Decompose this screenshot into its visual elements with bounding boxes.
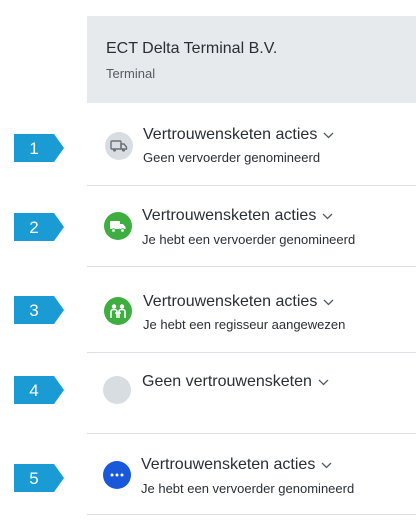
row-divider [87, 514, 416, 515]
trust-chain-actions-toggle[interactable]: Vertrouwensketen acties [141, 456, 332, 474]
step-number-5: 5 [29, 469, 38, 488]
trust-chain-row[interactable]: Vertrouwensketen acties Je hebt een verv… [87, 434, 416, 514]
trust-chain-actions-toggle[interactable]: Vertrouwensketen acties [142, 207, 333, 225]
step-badge-4: 4 [14, 376, 64, 404]
trust-chain-row[interactable]: Vertrouwensketen acties Geen vervoerder … [87, 104, 416, 185]
truck-icon [104, 212, 132, 240]
empty-circle-icon [103, 376, 131, 404]
trust-chain-toggle[interactable]: Geen vertrouwensketen [142, 373, 329, 391]
trust-chain-row[interactable]: Vertrouwensketen acties Je hebt een verv… [87, 186, 416, 266]
row-label: Vertrouwensketen acties [142, 207, 317, 225]
chevron-down-icon [318, 373, 329, 391]
row-status: Je hebt een vervoerder genomineerd [142, 232, 356, 247]
row-status: Je hebt een vervoerder genomineerd [141, 481, 355, 496]
terminal-header: ECT Delta Terminal B.V. Terminal [87, 16, 416, 103]
step-badge-2: 2 [14, 213, 64, 241]
truck-icon [105, 132, 133, 160]
trust-chain-row[interactable]: Vertrouwensketen acties Je hebt een regi… [87, 267, 416, 352]
step-badge-5: 5 [14, 464, 64, 492]
step-number-3: 3 [29, 301, 38, 320]
chevron-down-icon [321, 456, 332, 474]
row-status: Geen vervoerder genomineerd [143, 150, 321, 165]
chevron-down-icon [322, 207, 333, 225]
trust-chain-actions-toggle[interactable]: Vertrouwensketen acties [143, 126, 334, 144]
row-label: Geen vertrouwensketen [142, 373, 312, 391]
step-badge-3: 3 [14, 296, 64, 324]
chevron-down-icon [323, 293, 334, 311]
row-status: Je hebt een regisseur aangewezen [143, 317, 346, 332]
more-icon[interactable] [103, 461, 131, 489]
row-label: Vertrouwensketen acties [143, 293, 318, 311]
row-label: Vertrouwensketen acties [141, 456, 316, 474]
terminal-type: Terminal [106, 66, 156, 81]
trust-chain-row[interactable]: Geen vertrouwensketen [87, 353, 416, 433]
terminal-name: ECT Delta Terminal B.V. [106, 40, 278, 57]
people-icon [104, 297, 132, 325]
step-number-2: 2 [29, 218, 38, 237]
trust-chain-actions-toggle[interactable]: Vertrouwensketen acties [143, 293, 334, 311]
chevron-down-icon [323, 126, 334, 144]
step-badge-1: 1 [14, 134, 64, 162]
step-number-1: 1 [29, 139, 38, 158]
step-number-4: 4 [29, 381, 38, 400]
row-label: Vertrouwensketen acties [143, 126, 318, 144]
